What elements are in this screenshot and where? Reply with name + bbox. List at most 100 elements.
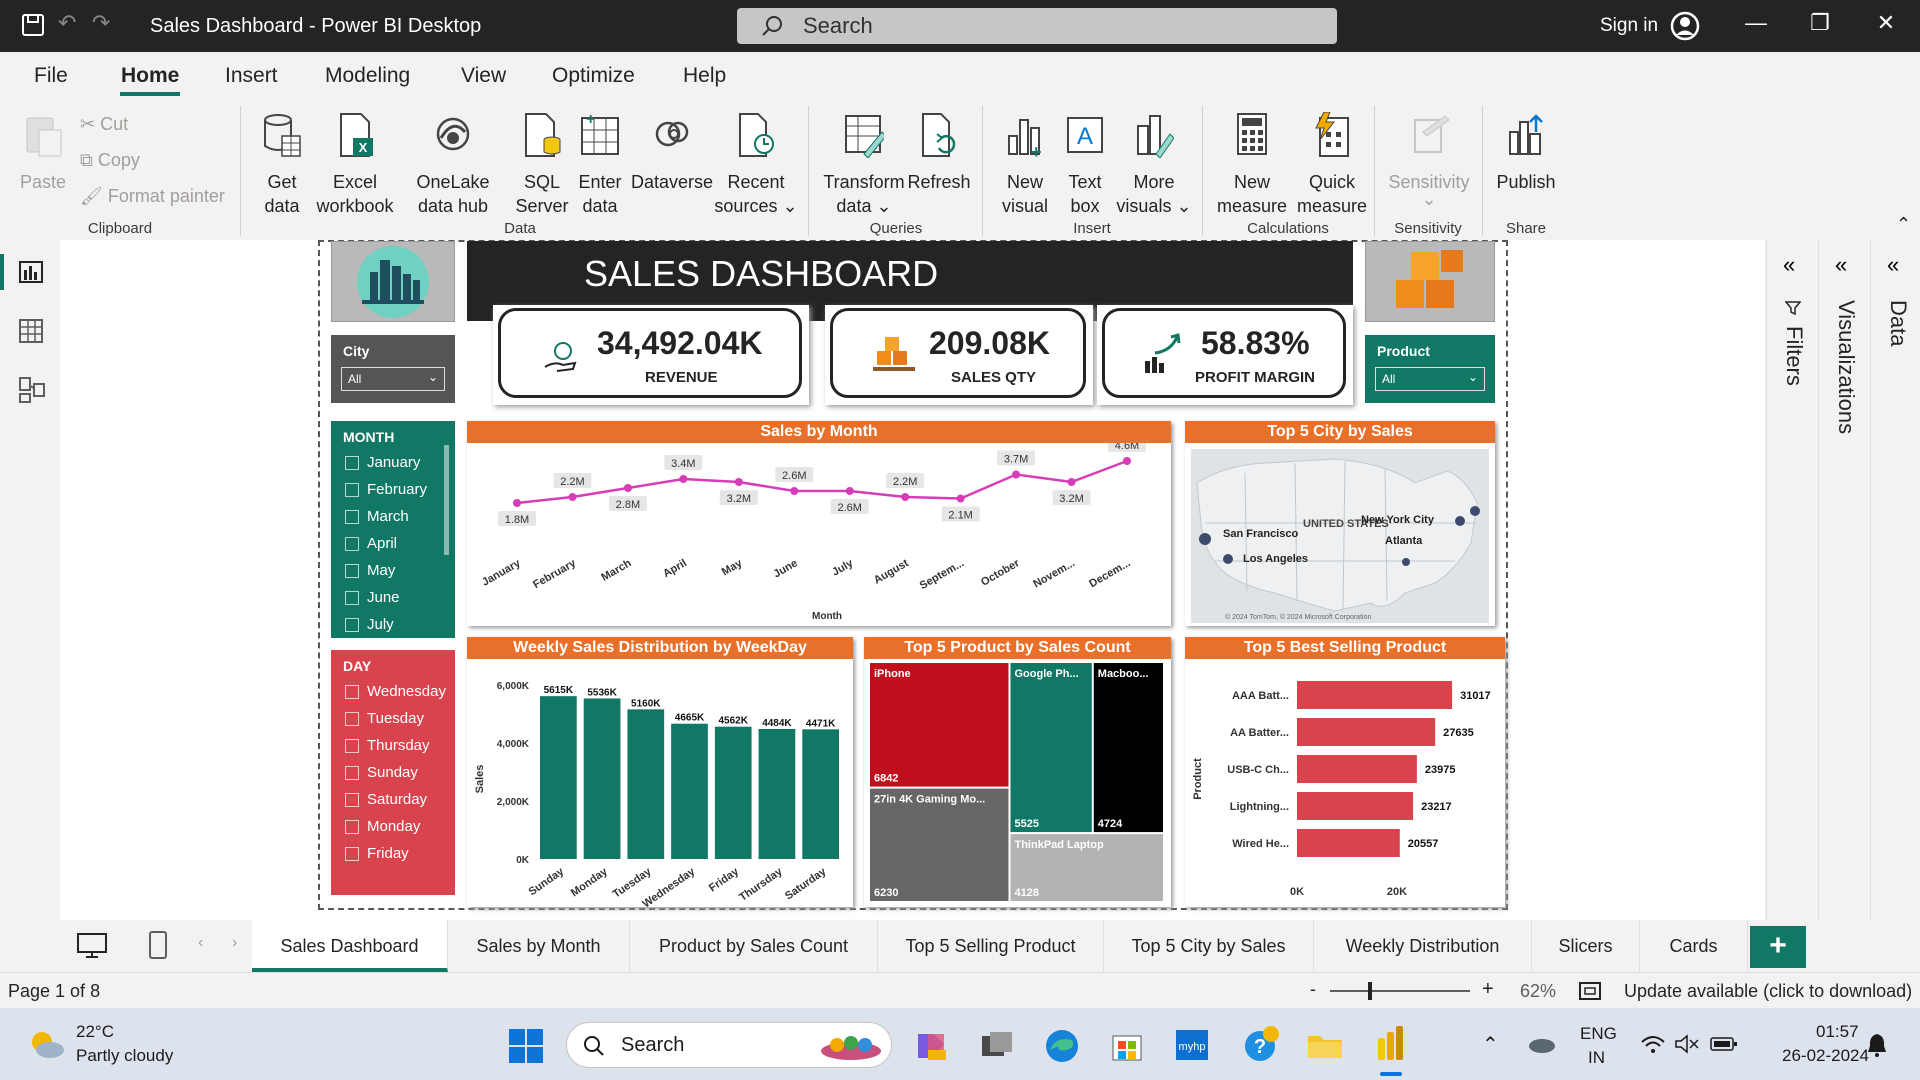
zoom-out-icon[interactable]: - bbox=[1310, 979, 1316, 1000]
bar[interactable] bbox=[1297, 829, 1400, 857]
dataverse-button[interactable]: Dataverse bbox=[630, 112, 714, 194]
city-bubble[interactable] bbox=[1455, 516, 1465, 526]
battery-icon[interactable] bbox=[1710, 1036, 1738, 1052]
city-bubble[interactable] bbox=[1402, 558, 1410, 566]
page-tab-top-5-selling-product[interactable]: Top 5 Selling Product bbox=[878, 920, 1104, 972]
edge-icon[interactable] bbox=[1044, 1028, 1080, 1064]
month-item[interactable]: May bbox=[331, 557, 455, 584]
page-tab-slicers[interactable]: Slicers bbox=[1532, 920, 1640, 972]
recent-sources-button[interactable]: Recent sources ⌄ bbox=[714, 112, 798, 218]
text-box-button[interactable]: A Text box bbox=[1058, 112, 1112, 218]
help-icon[interactable]: ? bbox=[1240, 1024, 1280, 1064]
paste-button[interactable]: Paste bbox=[18, 112, 68, 194]
tab-view[interactable]: View bbox=[461, 64, 506, 88]
page-tab-product-by-sales-count[interactable]: Product by Sales Count bbox=[630, 920, 878, 972]
day-item[interactable]: Monday bbox=[331, 813, 455, 840]
checkbox[interactable] bbox=[345, 738, 359, 753]
data-point[interactable] bbox=[901, 493, 910, 501]
tab-modeling[interactable]: Modeling bbox=[325, 64, 410, 88]
data-point[interactable] bbox=[956, 494, 965, 503]
top-5-product-visual[interactable]: Top 5 Product by Sales Count iPhone 6842 2… bbox=[864, 637, 1171, 907]
fit-to-page-icon[interactable] bbox=[1578, 981, 1602, 1001]
bar[interactable] bbox=[802, 729, 839, 859]
zoom-slider-thumb[interactable] bbox=[1368, 982, 1372, 1000]
day-slicer[interactable]: DAY Wednesday Tuesday Thursday Sunday Saturd… bbox=[331, 650, 455, 895]
data-point[interactable] bbox=[1012, 470, 1021, 479]
month-item[interactable]: March bbox=[331, 503, 455, 530]
scrollbar[interactable] bbox=[444, 445, 449, 555]
sign-in-link[interactable]: Sign in bbox=[1600, 15, 1658, 37]
weekly-sales-visual[interactable]: Weekly Sales Distribution by WeekDay 0K 2… bbox=[467, 637, 853, 910]
undo-icon[interactable]: ↶ bbox=[58, 10, 76, 36]
model-view-icon[interactable] bbox=[18, 376, 46, 404]
report-view-icon[interactable] bbox=[18, 258, 44, 284]
account-icon[interactable] bbox=[1670, 11, 1700, 41]
city-slicer[interactable]: City All ⌄ bbox=[331, 335, 455, 403]
tab-help[interactable]: Help bbox=[683, 64, 726, 88]
data-point[interactable] bbox=[568, 493, 577, 501]
data-point[interactable] bbox=[623, 484, 632, 492]
taskbar-search[interactable]: Search bbox=[566, 1022, 892, 1068]
page-tab-weekly-distribution[interactable]: Weekly Distribution bbox=[1314, 920, 1532, 972]
bar[interactable] bbox=[758, 728, 796, 859]
wifi-icon[interactable] bbox=[1640, 1034, 1666, 1054]
data-pane[interactable]: « Data bbox=[1870, 240, 1920, 920]
mobile-layout-icon[interactable] bbox=[148, 930, 168, 960]
bar[interactable] bbox=[627, 709, 665, 859]
add-page-button[interactable]: + bbox=[1750, 926, 1806, 968]
filters-pane[interactable]: « Filters bbox=[1766, 240, 1818, 920]
excel-workbook-button[interactable]: X Excel workbook bbox=[312, 112, 398, 218]
checkbox[interactable] bbox=[345, 792, 359, 807]
zoom-in-icon[interactable]: + bbox=[1482, 978, 1494, 1001]
format-painter-button[interactable]: 🖌 Format painter bbox=[80, 184, 225, 208]
month-item[interactable]: April bbox=[331, 530, 455, 557]
desktop-layout-icon[interactable] bbox=[76, 932, 108, 960]
new-visual-button[interactable]: + New visual bbox=[996, 112, 1054, 218]
treemap-tile[interactable] bbox=[870, 663, 1009, 787]
tray-overflow-icon[interactable]: ⌃ bbox=[1482, 1032, 1499, 1057]
publish-button[interactable]: Publish bbox=[1492, 112, 1560, 194]
expand-filters-icon[interactable]: « bbox=[1783, 252, 1795, 278]
bar[interactable] bbox=[1297, 681, 1453, 709]
refresh-button[interactable]: Refresh bbox=[906, 112, 972, 194]
page-tab-cards[interactable]: Cards bbox=[1640, 920, 1748, 972]
tab-file[interactable]: File bbox=[34, 64, 68, 88]
save-icon[interactable] bbox=[22, 14, 44, 36]
cut-button[interactable]: ✂ Cut bbox=[80, 112, 128, 136]
store-icon[interactable] bbox=[1110, 1028, 1144, 1062]
checkbox[interactable] bbox=[345, 590, 359, 605]
top-5-city-visual[interactable]: Top 5 City by Sales UNITED STATES San Fr… bbox=[1185, 421, 1495, 626]
myhp-icon[interactable]: myhp bbox=[1174, 1028, 1210, 1062]
redo-icon[interactable]: ↷ bbox=[92, 10, 110, 36]
onedrive-icon[interactable] bbox=[1526, 1034, 1556, 1054]
notification-bell-icon[interactable] bbox=[1866, 1032, 1888, 1058]
city-bubble[interactable] bbox=[1470, 506, 1480, 516]
tab-home[interactable]: Home bbox=[121, 64, 179, 88]
page-tab-top-5-city-by-sales[interactable]: Top 5 City by Sales bbox=[1104, 920, 1314, 972]
checkbox[interactable] bbox=[345, 509, 359, 524]
city-dropdown[interactable]: All ⌄ bbox=[341, 367, 445, 391]
day-item[interactable]: Friday bbox=[331, 840, 455, 867]
day-item[interactable]: Wednesday bbox=[331, 678, 455, 705]
data-point[interactable] bbox=[513, 499, 521, 507]
expand-visualizations-icon[interactable]: « bbox=[1835, 252, 1847, 278]
data-point[interactable] bbox=[679, 475, 688, 483]
next-page-icon[interactable]: › bbox=[232, 934, 237, 952]
day-item[interactable]: Saturday bbox=[331, 786, 455, 813]
checkbox[interactable] bbox=[345, 819, 359, 834]
city-bubble[interactable] bbox=[1199, 533, 1211, 545]
prev-page-icon[interactable]: ‹ bbox=[198, 934, 203, 952]
treemap-tile[interactable] bbox=[1093, 663, 1163, 833]
bar[interactable] bbox=[1297, 755, 1417, 783]
data-point[interactable] bbox=[845, 487, 854, 495]
bar[interactable] bbox=[540, 696, 577, 859]
checkbox[interactable] bbox=[345, 455, 359, 470]
minimize-icon[interactable]: — bbox=[1736, 10, 1776, 42]
checkbox[interactable] bbox=[345, 765, 359, 780]
page-tab-sales-dashboard[interactable]: Sales Dashboard bbox=[252, 920, 448, 972]
new-measure-button[interactable]: New measure bbox=[1212, 112, 1292, 218]
onelake-data-hub-button[interactable]: OneLake data hub bbox=[398, 112, 508, 218]
checkbox[interactable] bbox=[345, 684, 359, 699]
restore-icon[interactable]: ❐ bbox=[1800, 10, 1840, 42]
month-slicer[interactable]: MONTH January February March April May June Ju… bbox=[331, 421, 455, 638]
